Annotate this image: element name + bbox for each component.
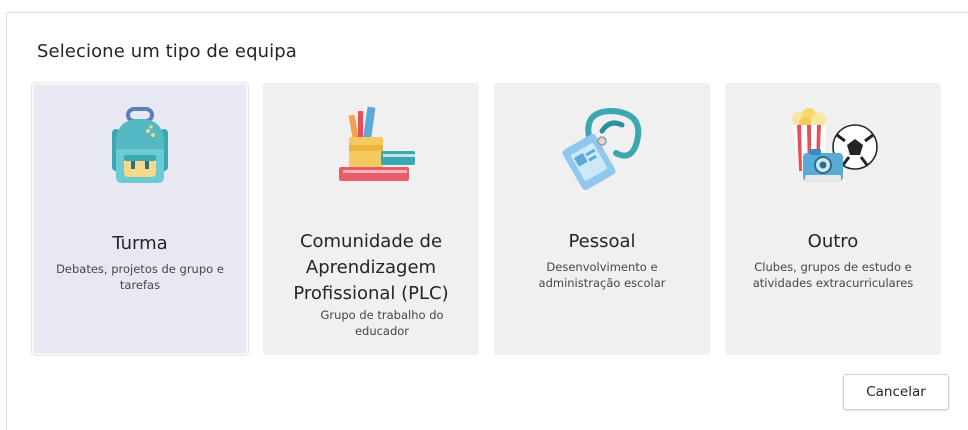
team-type-card-plc[interactable]: Comunidade de Aprendizagem Profissional … — [263, 83, 479, 355]
card-title: Turma — [112, 233, 168, 254]
popcorn-camera-ball-icon — [725, 101, 941, 201]
backpack-icon — [34, 103, 246, 203]
team-type-dialog: Selecione um tipo de equipa Turma Debate… — [6, 12, 968, 430]
card-title: Comunidade de Aprendizagem Profissional … — [293, 231, 449, 304]
card-title: Pessoal — [568, 231, 636, 252]
dialog-title: Selecione um tipo de equipa — [37, 41, 297, 62]
card-title: Outro — [807, 231, 859, 252]
id-badge-lanyard-icon — [494, 101, 710, 201]
card-description: Desenvolvimento e administração escolar — [538, 260, 666, 290]
card-description: Grupo de trabalho do educador — [320, 308, 444, 338]
team-type-card-pessoal[interactable]: Pessoal Desenvolvimento e administração … — [494, 83, 710, 355]
cancel-button[interactable]: Cancelar — [843, 374, 949, 410]
card-description: Debates, projetos de grupo e tarefas — [56, 262, 224, 292]
team-type-card-turma[interactable]: Turma Debates, projetos de grupo e taref… — [32, 83, 248, 355]
card-description: Clubes, grupos de estudo e atividades ex… — [752, 260, 914, 290]
team-type-card-outro[interactable]: Outro Clubes, grupos de estudo e ativida… — [725, 83, 941, 355]
books-pencils-icon — [263, 101, 479, 201]
